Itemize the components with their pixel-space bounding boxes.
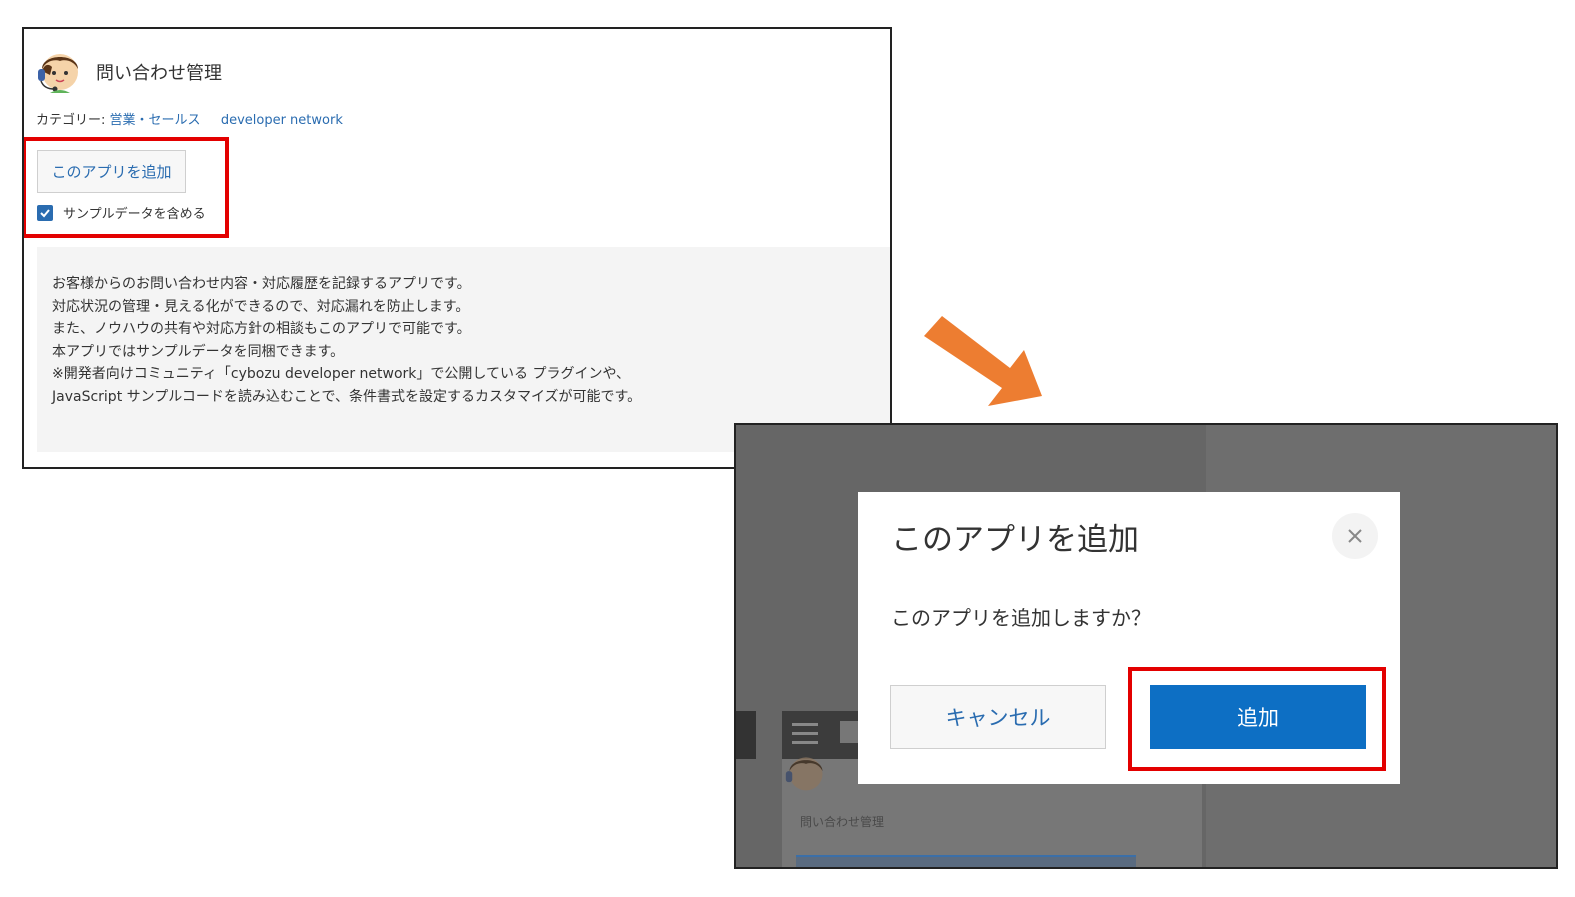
close-button[interactable] [1332, 513, 1378, 559]
confirm-dialog: このアプリを追加 このアプリを追加しますか？ キャンセル 追加 [858, 492, 1400, 784]
category-link-sales[interactable]: 営業・セールス [110, 113, 201, 128]
description-line: JavaScript サンプルコードを読み込むことで、条件書式を設定するカスタマ… [52, 388, 642, 405]
sample-data-label: サンプルデータを含める [63, 207, 206, 222]
description-line: ※開発者向けコミュニティ「cybozu developer network」で公… [52, 366, 631, 382]
arrow-icon [924, 316, 1042, 406]
bg-tab-bar [796, 855, 1136, 867]
bg-app-avatar-icon [785, 757, 823, 791]
category-link-developer-network[interactable]: developer network [221, 113, 343, 128]
confirm-dialog-screenshot: 問い合わせ管理 このアプリを追加 このアプリを追加しますか？ キャンセル 追加 [734, 423, 1558, 869]
confirm-add-button[interactable]: 追加 [1150, 685, 1366, 749]
description-line: お客様からのお問い合わせ内容・対応履歴を記録するアプリです。 [52, 276, 471, 292]
app-avatar-icon [38, 54, 78, 93]
category-row: カテゴリー: 営業・セールス developer network [36, 109, 343, 128]
add-app-button[interactable]: このアプリを追加 [37, 150, 186, 193]
app-title: 問い合わせ管理 [96, 63, 222, 84]
app-detail-panel: 問い合わせ管理 カテゴリー: 営業・セールス developer network… [22, 27, 892, 469]
bg-app-title: 問い合わせ管理 [800, 815, 885, 829]
cancel-button[interactable]: キャンセル [890, 685, 1106, 749]
home-icon [840, 721, 860, 743]
category-label: カテゴリー: [36, 113, 106, 128]
close-icon [1348, 529, 1362, 543]
bg-header-left [736, 711, 756, 759]
dialog-title: このアプリを追加 [891, 522, 1139, 558]
description-line: 本アプリではサンプルデータを同梱できます。 [52, 343, 345, 360]
sample-data-checkbox[interactable] [37, 204, 53, 221]
sample-data-option[interactable]: サンプルデータを含める [37, 203, 206, 222]
description-line: 対応状況の管理・見える化ができるので、対応漏れを防止します。 [52, 298, 470, 315]
hamburger-menu-icon [792, 723, 818, 745]
dialog-message: このアプリを追加しますか？ [891, 606, 1151, 630]
description-line: また、ノウハウの共有や対応方針の相談もこのアプリで可能です。 [52, 321, 471, 337]
checkmark-icon [40, 208, 50, 217]
app-description: お客様からのお問い合わせ内容・対応履歴を記録するアプリです。 対応状況の管理・見… [37, 247, 890, 452]
